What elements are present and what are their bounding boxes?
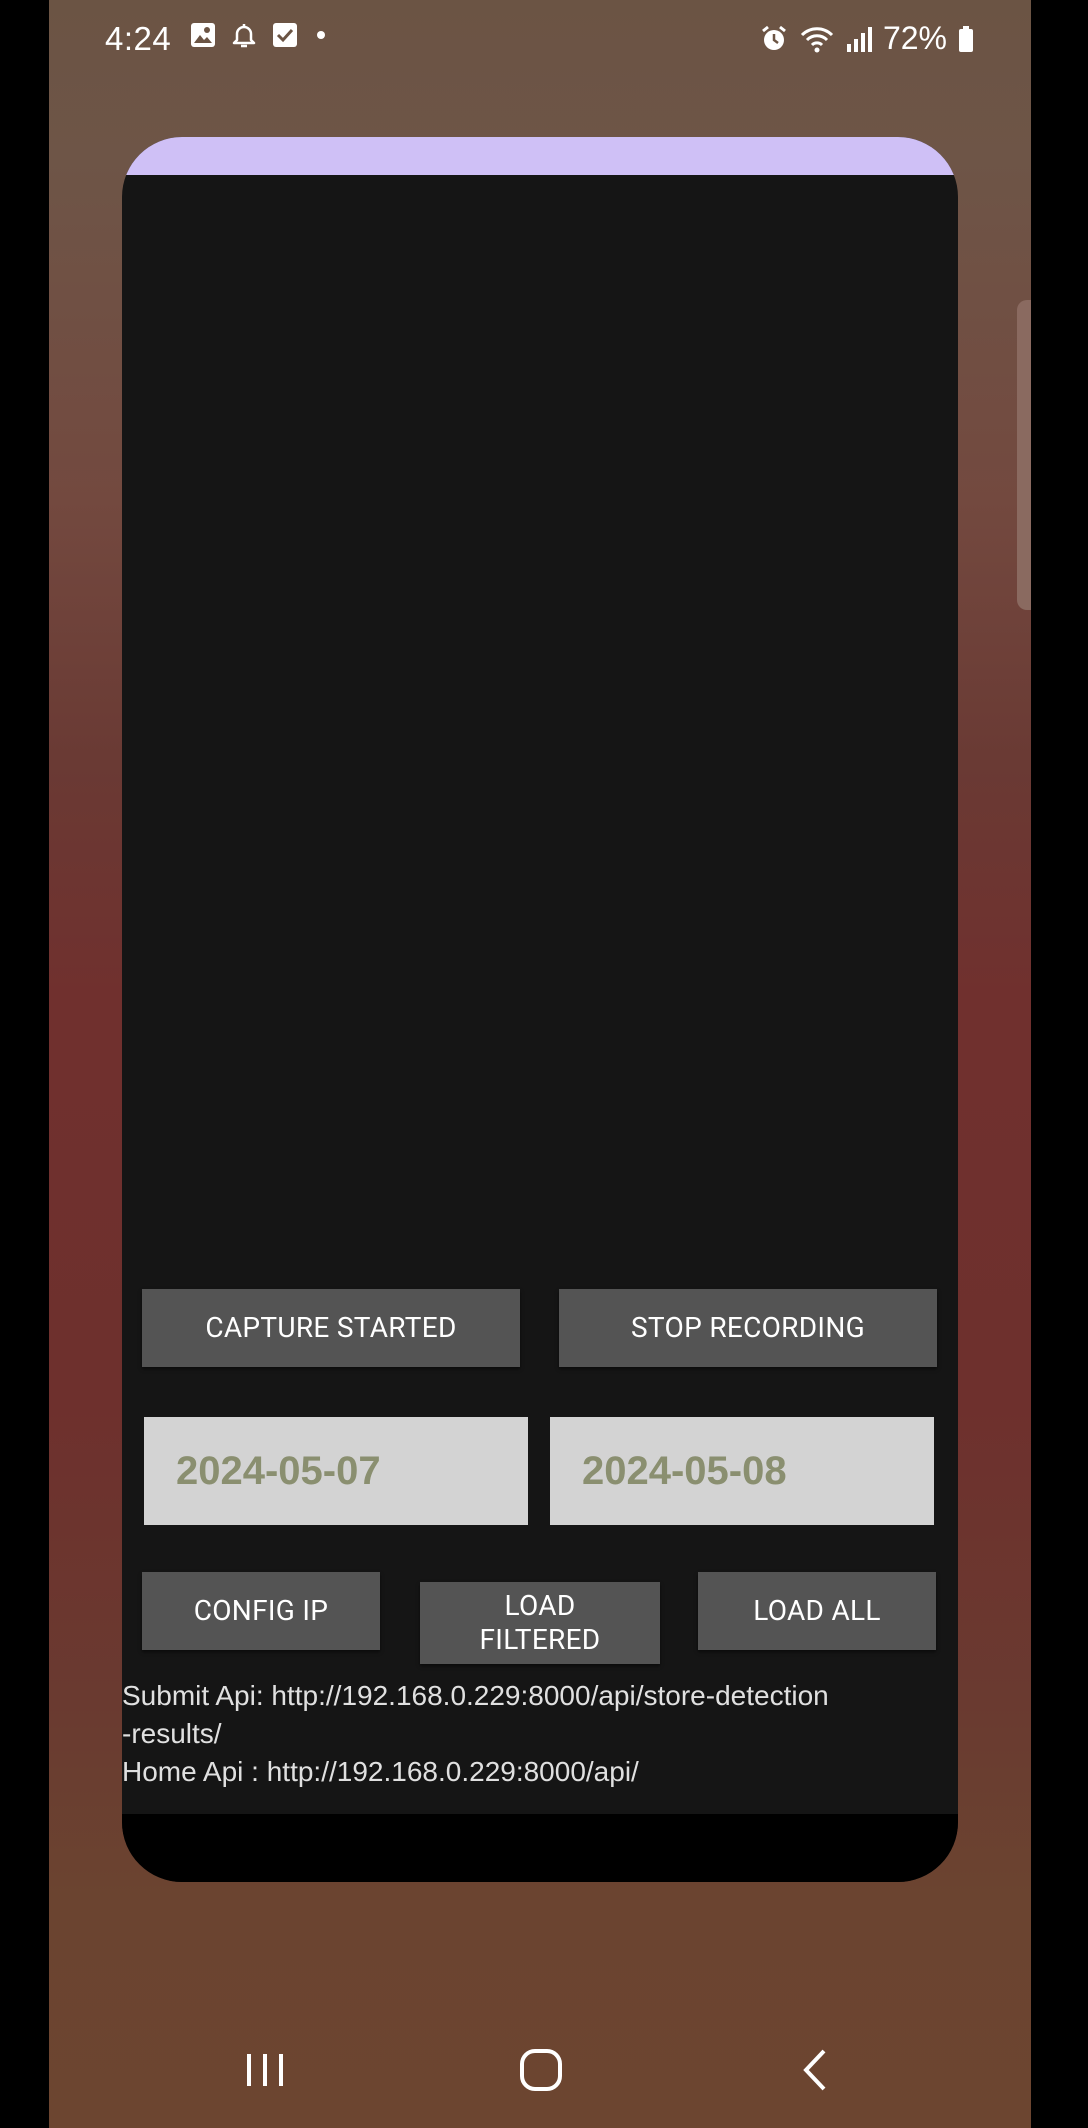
checkbox-icon xyxy=(271,21,299,49)
phone-screen: 4:24 72% CAPTURE STARTED STOP RECORDING … xyxy=(49,0,1031,2128)
stop-recording-button[interactable]: STOP RECORDING xyxy=(559,1289,937,1367)
alarm-icon xyxy=(759,24,789,54)
battery-percent: 72% xyxy=(882,20,947,56)
api-info: Submit Api: http://192.168.0.229:8000/ap… xyxy=(122,1677,958,1791)
home-icon[interactable] xyxy=(501,2040,581,2100)
load-filtered-button[interactable]: LOAD FILTERED xyxy=(420,1582,660,1664)
notification-icons xyxy=(189,20,331,50)
dot-icon xyxy=(311,21,331,49)
wifi-icon xyxy=(799,24,835,54)
status-time: 4:24 xyxy=(105,20,172,57)
back-icon[interactable] xyxy=(775,2040,855,2100)
submit-api-text: Submit Api: http://192.168.0.229:8000/ap… xyxy=(122,1680,829,1711)
navigation-bar xyxy=(49,2010,1031,2128)
bell-alert-icon xyxy=(229,20,259,50)
app-dialog: CAPTURE STARTED STOP RECORDING 2024-05-0… xyxy=(122,137,958,1882)
start-date-field[interactable]: 2024-05-07 xyxy=(144,1417,528,1525)
dialog-accent-bar xyxy=(122,137,958,175)
edge-panel-handle[interactable] xyxy=(1017,300,1031,610)
end-date-field[interactable]: 2024-05-08 xyxy=(550,1417,934,1525)
submit-api-text-cont: -results/ xyxy=(122,1718,222,1749)
dialog-bottom-bar xyxy=(122,1814,958,1882)
status-bar: 4:24 72% xyxy=(49,0,1031,78)
image-icon xyxy=(189,21,217,49)
capture-started-button[interactable]: CAPTURE STARTED xyxy=(142,1289,520,1367)
battery-icon xyxy=(957,24,975,54)
recent-apps-icon[interactable] xyxy=(225,2040,305,2100)
home-api-text: Home Api : http://192.168.0.229:8000/api… xyxy=(122,1756,639,1787)
config-ip-button[interactable]: CONFIG IP xyxy=(142,1572,380,1650)
system-icons: 72% xyxy=(759,20,975,57)
signal-icon xyxy=(845,24,873,54)
load-all-button[interactable]: LOAD ALL xyxy=(698,1572,936,1650)
